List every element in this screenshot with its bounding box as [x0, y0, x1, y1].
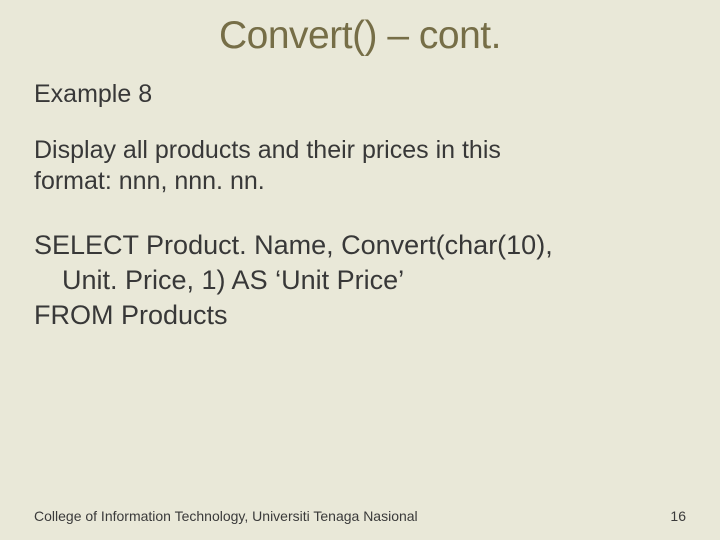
- prompt-line-2: format: nnn, nnn. nn.: [34, 166, 686, 197]
- sql-line-1: SELECT Product. Name, Convert(char(10),: [34, 228, 686, 263]
- sql-block: SELECT Product. Name, Convert(char(10), …: [34, 228, 686, 333]
- sql-line-2: Unit. Price, 1) AS ‘Unit Price’: [34, 263, 686, 298]
- slide-title: Convert() – cont.: [34, 14, 686, 58]
- slide: Convert() – cont. Example 8 Display all …: [0, 0, 720, 540]
- prompt-line-1: Display all products and their prices in…: [34, 135, 686, 166]
- page-number: 16: [670, 508, 686, 524]
- example-label: Example 8: [34, 80, 686, 109]
- footer-org: College of Information Technology, Unive…: [34, 508, 418, 524]
- footer: College of Information Technology, Unive…: [34, 508, 686, 524]
- sql-line-3: FROM Products: [34, 298, 686, 333]
- prompt-block: Display all products and their prices in…: [34, 135, 686, 198]
